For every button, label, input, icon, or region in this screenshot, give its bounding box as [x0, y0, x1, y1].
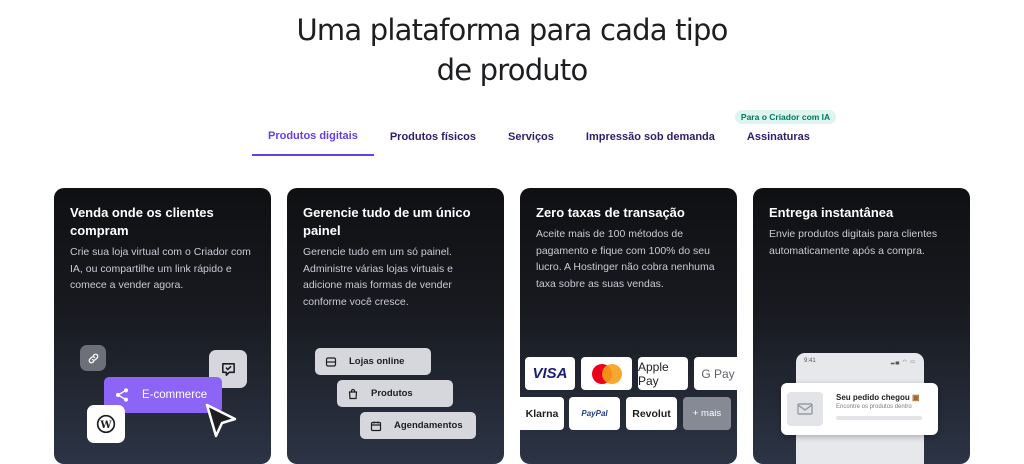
card-description: Aceite mais de 100 métodos de pagamento … [536, 228, 715, 290]
wordpress-icon: W [87, 405, 125, 443]
google-pay-logo: G Pay [694, 357, 737, 390]
tab-impressao-sob-demanda[interactable]: Impressão sob demanda [570, 118, 731, 156]
order-notification: Seu pedido chegou ▣ Encontre os produtos… [781, 383, 938, 435]
page: Uma plataforma para cada tipo de produto… [0, 0, 1024, 464]
panel-item-label: Lojas online [349, 356, 405, 367]
calendar-icon [370, 421, 382, 431]
product-type-tabs: Produtos digitais Produtos físicos Servi… [252, 110, 837, 156]
card-title: Venda onde os clientes compram [70, 205, 214, 238]
heading-line-1: Uma plataforma para cada tipo [296, 13, 728, 47]
feature-card-zero-fees: Zero taxas de transação Aceite mais de 1… [520, 188, 737, 464]
tab-assinaturas[interactable]: Para o Criador com IA Assinaturas [731, 110, 837, 156]
mastercard-logo [581, 357, 632, 390]
share-icon [114, 387, 130, 406]
card-title: Zero taxas de transação [536, 205, 685, 220]
card-title: Gerencie tudo de um único painel [303, 205, 471, 238]
cursor-icon [204, 403, 238, 444]
visa-logo: VISA [525, 357, 575, 390]
card-title: Entrega instantânea [769, 205, 894, 220]
store-icon [325, 356, 337, 367]
heading-line-2: de produto [436, 53, 589, 87]
revolut-logo: Revolut [626, 397, 677, 430]
panel-item-label: Agendamentos [394, 420, 463, 431]
mail-icon [787, 392, 823, 426]
phone-time: 9:41 [804, 358, 816, 364]
klarna-logo: Klarna [520, 397, 564, 430]
more-methods-badge: + mais [683, 397, 731, 430]
card-description: Gerencie tudo em um só painel. Administr… [303, 246, 453, 308]
panel-item-produtos: Produtos [337, 380, 453, 407]
feature-card-instant-delivery: Entrega instantânea Envie produtos digit… [753, 188, 970, 464]
notification-body: Encontre os produtos dentro [836, 404, 912, 410]
link-icon [80, 345, 106, 371]
placeholder-line [836, 416, 922, 420]
feature-card-single-panel: Gerencie tudo de um único painel Gerenci… [287, 188, 504, 464]
status-icons: ▂▄ ◠ ▭ [890, 359, 916, 365]
panel-item-label: Produtos [371, 388, 413, 399]
panel-item-lojas-online: Lojas online [315, 348, 431, 375]
tab-produtos-digitais[interactable]: Produtos digitais [252, 118, 374, 156]
ecommerce-label: E-commerce [142, 389, 208, 401]
feature-card-sell-anywhere: Venda onde os clientes compram Crie sua … [54, 188, 271, 464]
apple-pay-logo: Apple Pay [638, 357, 688, 390]
package-icon: ▣ [912, 393, 920, 402]
svg-text:W: W [99, 420, 112, 431]
card-description: Envie produtos digitais para clientes au… [769, 228, 938, 257]
panel-item-agendamentos: Agendamentos [360, 412, 476, 439]
bag-icon [348, 388, 358, 399]
paypal-logo: PayPal [569, 397, 620, 430]
notification-title: Seu pedido chegou ▣ [836, 393, 920, 402]
card-description: Crie sua loja virtual com o Criador com … [70, 246, 251, 291]
section-heading: Uma plataforma para cada tipo de produto [0, 10, 1024, 90]
tab-assinaturas-label: Assinaturas [746, 131, 810, 143]
tab-produtos-fisicos[interactable]: Produtos físicos [374, 118, 492, 156]
tab-badge: Para o Criador com IA [734, 110, 837, 124]
tab-servicos[interactable]: Serviços [492, 118, 570, 156]
